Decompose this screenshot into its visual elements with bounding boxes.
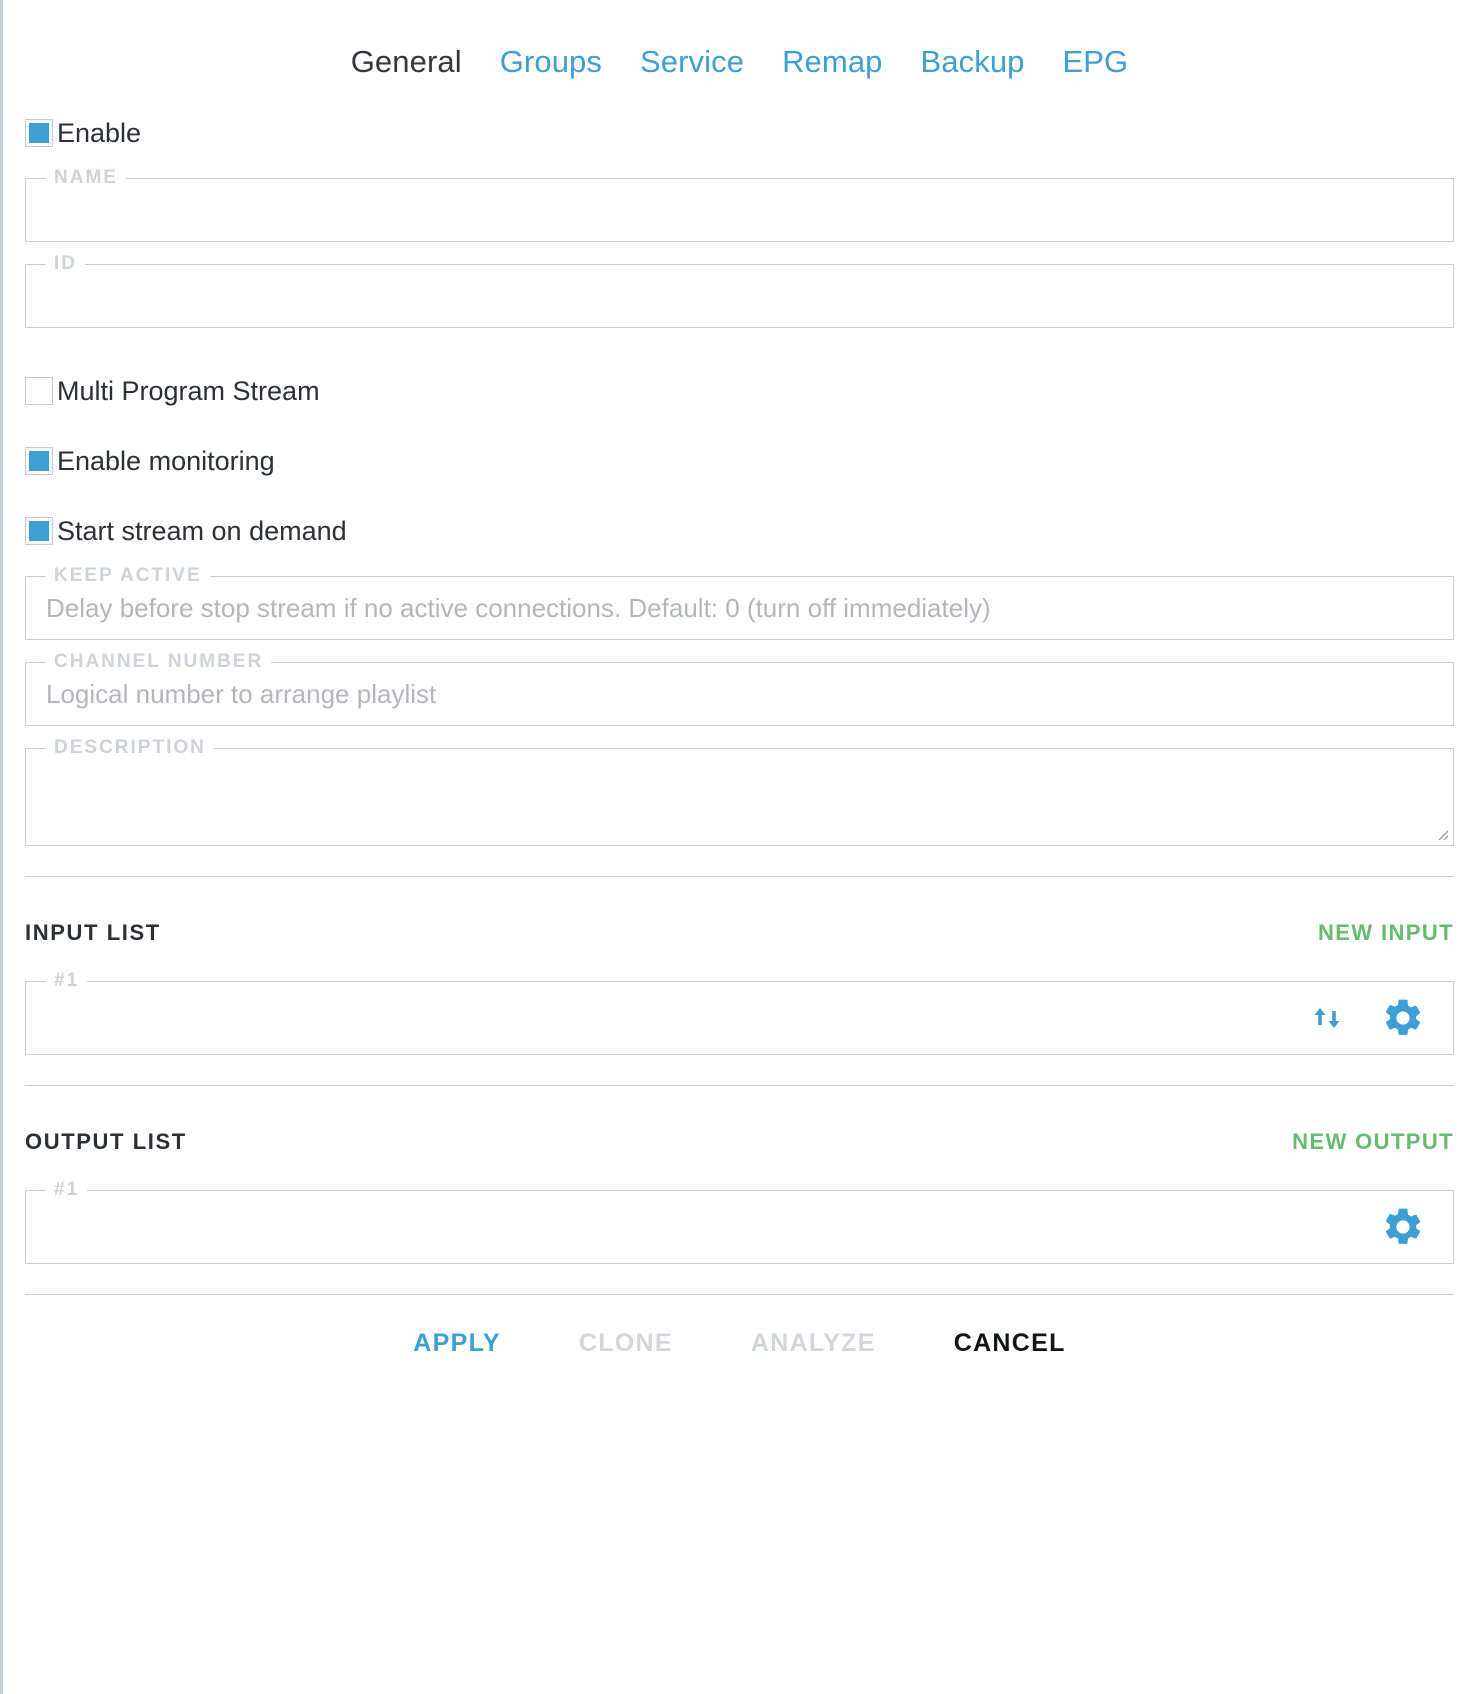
gear-icon[interactable]: [1381, 1205, 1425, 1249]
id-input[interactable]: [26, 265, 1453, 327]
tab-remap[interactable]: Remap: [782, 44, 882, 80]
start-stream-on-demand-row[interactable]: Start stream on demand: [25, 508, 1454, 554]
sort-arrows-icon[interactable]: [1307, 998, 1347, 1038]
keep-active-input[interactable]: Delay before stop stream if no active co…: [26, 577, 1453, 639]
keep-active-legend: KEEP ACTIVE: [46, 566, 210, 586]
input-list-item[interactable]: #1: [25, 981, 1454, 1055]
description-textarea[interactable]: [26, 749, 1453, 845]
tab-epg[interactable]: EPG: [1063, 44, 1129, 80]
name-legend: NAME: [46, 168, 126, 188]
settings-panel: General Groups Service Remap Backup EPG …: [0, 0, 1478, 1694]
input-item-body[interactable]: [26, 982, 1453, 1054]
input-item-legend: #1: [46, 971, 87, 991]
output-list-title: OUTPUT LIST: [25, 1129, 187, 1155]
multi-program-stream-checkbox[interactable]: [25, 377, 53, 405]
enable-row[interactable]: Enable: [25, 110, 1454, 156]
gear-icon[interactable]: [1381, 996, 1425, 1040]
footer-actions: APPLY CLONE ANALYZE CANCEL: [25, 1295, 1454, 1391]
output-list-item[interactable]: #1: [25, 1190, 1454, 1264]
keep-active-placeholder: Delay before stop stream if no active co…: [46, 593, 991, 624]
input-list-title: INPUT LIST: [25, 920, 161, 946]
name-field[interactable]: NAME: [25, 178, 1454, 242]
channel-number-input[interactable]: Logical number to arrange playlist: [26, 663, 1453, 725]
output-item-legend: #1: [46, 1180, 87, 1200]
enable-monitoring-row[interactable]: Enable monitoring: [25, 438, 1454, 484]
spacer: [25, 846, 1454, 876]
new-output-button[interactable]: NEW OUTPUT: [1292, 1129, 1454, 1155]
cancel-button[interactable]: CANCEL: [954, 1329, 1066, 1358]
apply-button[interactable]: APPLY: [413, 1329, 501, 1358]
output-item-body[interactable]: [26, 1191, 1453, 1263]
spacer: [25, 1264, 1454, 1294]
tab-service[interactable]: Service: [640, 44, 744, 80]
start-stream-on-demand-label: Start stream on demand: [57, 518, 347, 545]
multi-program-stream-label: Multi Program Stream: [57, 378, 320, 405]
id-legend: ID: [46, 254, 85, 274]
tab-bar: General Groups Service Remap Backup EPG: [25, 0, 1454, 86]
resize-handle-icon[interactable]: [1433, 825, 1449, 841]
keep-active-field[interactable]: KEEP ACTIVE Delay before stop stream if …: [25, 576, 1454, 640]
tab-backup[interactable]: Backup: [921, 44, 1025, 80]
analyze-button[interactable]: ANALYZE: [751, 1329, 876, 1358]
input-list-header: INPUT LIST NEW INPUT: [25, 907, 1454, 959]
output-list-header: OUTPUT LIST NEW OUTPUT: [25, 1116, 1454, 1168]
id-field[interactable]: ID: [25, 264, 1454, 328]
spacer: [25, 877, 1454, 907]
enable-monitoring-checkbox[interactable]: [25, 447, 53, 475]
tab-groups[interactable]: Groups: [500, 44, 602, 80]
description-field[interactable]: DESCRIPTION: [25, 748, 1454, 846]
start-stream-on-demand-checkbox[interactable]: [25, 517, 53, 545]
multi-program-stream-row[interactable]: Multi Program Stream: [25, 368, 1454, 414]
clone-button[interactable]: CLONE: [579, 1329, 673, 1358]
tab-general[interactable]: General: [351, 44, 462, 80]
channel-number-placeholder: Logical number to arrange playlist: [46, 679, 436, 710]
channel-number-legend: CHANNEL NUMBER: [46, 652, 271, 672]
enable-label: Enable: [57, 120, 141, 147]
name-input[interactable]: [26, 179, 1453, 241]
spacer: [25, 1055, 1454, 1085]
enable-monitoring-label: Enable monitoring: [57, 448, 275, 475]
channel-number-field[interactable]: CHANNEL NUMBER Logical number to arrange…: [25, 662, 1454, 726]
enable-checkbox[interactable]: [25, 119, 53, 147]
spacer: [25, 328, 1454, 344]
spacer: [25, 1086, 1454, 1116]
new-input-button[interactable]: NEW INPUT: [1318, 920, 1454, 946]
